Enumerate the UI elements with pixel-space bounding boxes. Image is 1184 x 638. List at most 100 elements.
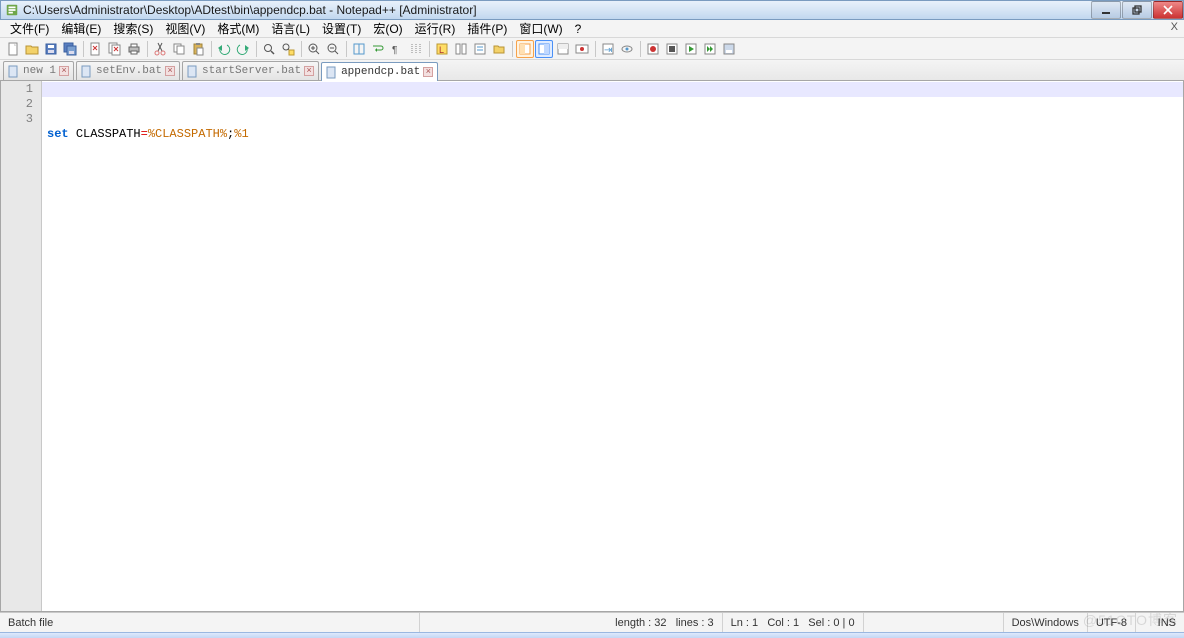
file-icon (80, 65, 93, 78)
tab-label: startServer.bat (202, 65, 301, 77)
menu-macro[interactable]: 宏(O) (367, 20, 408, 38)
zoom-out-button[interactable] (324, 40, 342, 58)
play-macro-button[interactable] (682, 40, 700, 58)
toolbar: ¶ L ⇥ (0, 38, 1184, 60)
menu-view[interactable]: 视图(V) (159, 20, 211, 38)
toolbar-separator (429, 41, 430, 57)
show-symbol-button[interactable]: ⇥ (599, 40, 617, 58)
new-file-button[interactable] (4, 40, 22, 58)
cut-button[interactable] (151, 40, 169, 58)
minimize-button[interactable] (1091, 1, 1121, 19)
record-macro-button[interactable] (644, 40, 662, 58)
line-gutter: 1 2 3 (1, 81, 42, 611)
current-line-highlight (42, 82, 1183, 97)
preview-button[interactable] (573, 40, 591, 58)
window-controls (1090, 1, 1183, 19)
var-arg1: %1 (234, 127, 248, 141)
status-length: length : 32 lines : 3 (607, 613, 722, 633)
menubar: 文件(F) 编辑(E) 搜索(S) 视图(V) 格式(M) 语言(L) 设置(T… (0, 20, 1184, 38)
folder-view-button[interactable] (490, 40, 508, 58)
wrap-button[interactable] (369, 40, 387, 58)
op-eq: = (141, 127, 148, 141)
tab-label: new 1 (23, 65, 56, 77)
tab-close-icon[interactable]: × (304, 66, 314, 76)
line-number: 3 (1, 112, 33, 127)
toolbar-separator (256, 41, 257, 57)
tab-label: setEnv.bat (96, 65, 162, 77)
save-button[interactable] (42, 40, 60, 58)
toolbar-separator (346, 41, 347, 57)
tab-startserver[interactable]: startServer.bat × (182, 61, 319, 80)
tab-close-icon[interactable]: × (423, 67, 433, 77)
status-position: Ln : 1 Col : 1 Sel : 0 | 0 (723, 613, 864, 633)
toolbar-separator (147, 41, 148, 57)
show-all-chars-button[interactable]: ¶ (388, 40, 406, 58)
menubar-close-button[interactable]: X (1171, 21, 1178, 33)
find-button[interactable] (260, 40, 278, 58)
os-taskbar (0, 632, 1184, 638)
menu-plugins[interactable]: 插件(P) (461, 20, 513, 38)
zoom-in-button[interactable] (305, 40, 323, 58)
func-list-button[interactable] (471, 40, 489, 58)
titlebar: C:\Users\Administrator\Desktop\ADtest\bi… (0, 0, 1184, 20)
monitor-button[interactable] (618, 40, 636, 58)
line-number: 2 (1, 97, 33, 112)
menu-file[interactable]: 文件(F) (4, 20, 55, 38)
doc-map-button[interactable] (452, 40, 470, 58)
toolbar-separator (640, 41, 641, 57)
code-editor[interactable]: set CLASSPATH=%CLASSPATH%;%1 (42, 81, 1183, 611)
menu-language[interactable]: 语言(L) (265, 20, 316, 38)
editor-area: 1 2 3 set CLASSPATH=%CLASSPATH%;%1 (0, 81, 1184, 612)
close-file-button[interactable] (87, 40, 105, 58)
menu-run[interactable]: 运行(R) (409, 20, 462, 38)
play-multi-button[interactable] (701, 40, 719, 58)
menu-settings[interactable]: 设置(T) (316, 20, 367, 38)
stop-macro-button[interactable] (663, 40, 681, 58)
status-eol: Dos\Windows (1004, 613, 1088, 633)
tab-close-icon[interactable]: × (165, 66, 175, 76)
file-icon (325, 66, 338, 79)
tab-appendcp[interactable]: appendcp.bat × (321, 62, 438, 81)
watermark: @51CTO博客 (1083, 610, 1178, 630)
status-filetype: Batch file (0, 613, 420, 633)
redo-button[interactable] (234, 40, 252, 58)
svg-text:L: L (439, 45, 444, 55)
app-icon (5, 3, 19, 17)
var-classpath: %CLASSPATH% (148, 127, 227, 141)
restore-button[interactable] (1122, 1, 1152, 19)
tab-new-1[interactable]: new 1 × (3, 61, 74, 80)
svg-text:¶: ¶ (392, 45, 397, 56)
toolbar-separator (595, 41, 596, 57)
sync-vscroll-button[interactable] (350, 40, 368, 58)
close-all-button[interactable] (106, 40, 124, 58)
file-icon (186, 65, 199, 78)
window-title: C:\Users\Administrator\Desktop\ADtest\bi… (23, 3, 1090, 17)
toggle-view-1-button[interactable] (516, 40, 534, 58)
copy-button[interactable] (170, 40, 188, 58)
line-number: 1 (1, 82, 33, 97)
replace-button[interactable] (279, 40, 297, 58)
menu-format[interactable]: 格式(M) (211, 20, 265, 38)
tab-label: appendcp.bat (341, 66, 420, 78)
paste-button[interactable] (189, 40, 207, 58)
save-macro-button[interactable] (720, 40, 738, 58)
tab-close-icon[interactable]: × (59, 66, 69, 76)
toggle-view-3-button[interactable] (554, 40, 572, 58)
save-all-button[interactable] (61, 40, 79, 58)
menu-edit[interactable]: 编辑(E) (55, 20, 107, 38)
svg-text:⇥: ⇥ (604, 45, 612, 56)
tab-setenv[interactable]: setEnv.bat × (76, 61, 180, 80)
menu-help[interactable]: ? (569, 20, 588, 38)
toggle-view-2-button[interactable] (535, 40, 553, 58)
menu-window[interactable]: 窗口(W) (513, 20, 568, 38)
indent-guide-button[interactable] (407, 40, 425, 58)
undo-button[interactable] (215, 40, 233, 58)
var-name: CLASSPATH (76, 127, 141, 141)
lang-button[interactable]: L (433, 40, 451, 58)
menu-search[interactable]: 搜索(S) (107, 20, 159, 38)
open-file-button[interactable] (23, 40, 41, 58)
toolbar-separator (301, 41, 302, 57)
close-button[interactable] (1153, 1, 1183, 19)
print-button[interactable] (125, 40, 143, 58)
toolbar-separator (83, 41, 84, 57)
